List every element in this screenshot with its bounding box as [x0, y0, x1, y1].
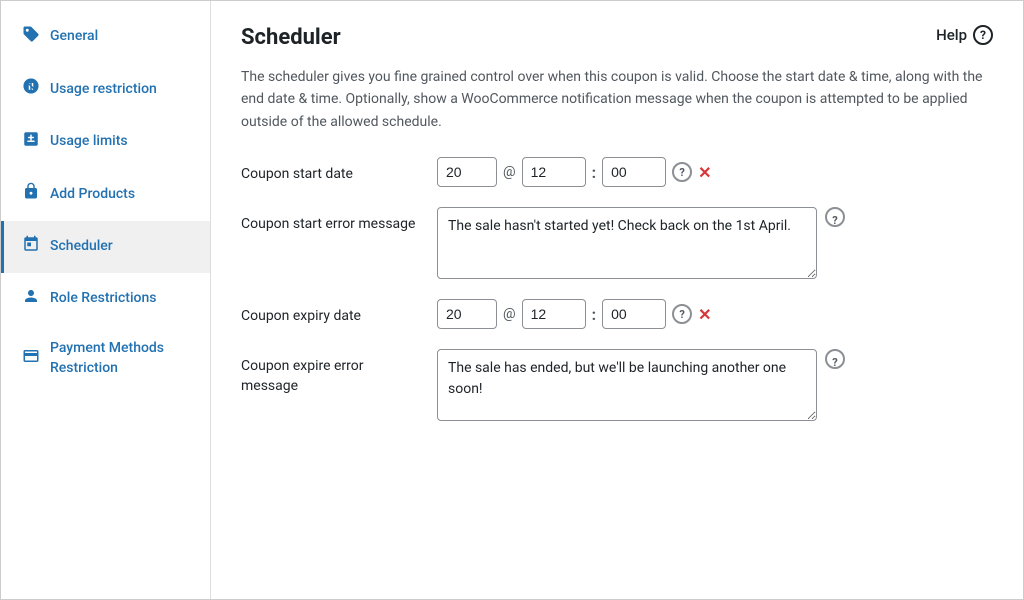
- card-icon: [22, 347, 40, 371]
- help-button[interactable]: Help ?: [936, 25, 993, 45]
- help-circle-icon: ?: [973, 25, 993, 45]
- plus-minus-icon: [22, 130, 40, 154]
- sidebar-item-role-restrictions-label: Role Restrictions: [50, 289, 156, 309]
- coupon-expire-error-textarea[interactable]: The sale has ended, but we'll be launchi…: [437, 349, 817, 421]
- ban-icon: [22, 77, 40, 101]
- expiry-date-help-icon[interactable]: ?: [672, 304, 692, 324]
- coupon-start-error-label: Coupon start error message: [241, 207, 421, 235]
- coupon-expire-error-row: Coupon expire error message The sale has…: [241, 349, 993, 421]
- main-header: Scheduler Help ?: [241, 25, 993, 50]
- start-error-help-icon[interactable]: ?: [825, 207, 845, 227]
- coupon-start-date-row: Coupon start date @ : ? ✕: [241, 157, 993, 187]
- sidebar-item-scheduler-label: Scheduler: [50, 237, 113, 257]
- colon-symbol-2: :: [592, 305, 597, 324]
- coupon-expiry-date-row: Coupon expiry date @ : ? ✕: [241, 299, 993, 329]
- page-title: Scheduler: [241, 25, 341, 50]
- sidebar-item-add-products-label: Add Products: [50, 185, 135, 205]
- at-symbol-2: @: [503, 306, 516, 322]
- sidebar-item-usage-restriction[interactable]: Usage restriction: [1, 63, 210, 115]
- scheduler-description: The scheduler gives you fine grained con…: [241, 66, 993, 133]
- sidebar-item-general[interactable]: General: [1, 11, 210, 63]
- expiry-date-clear-icon[interactable]: ✕: [698, 305, 711, 324]
- colon-symbol: :: [592, 163, 597, 182]
- coupon-start-date-label: Coupon start date: [241, 157, 421, 185]
- coupon-expiry-date-input[interactable]: [437, 299, 497, 329]
- at-symbol: @: [503, 164, 516, 180]
- help-label: Help: [936, 26, 967, 44]
- sidebar-item-usage-restriction-label: Usage restriction: [50, 80, 157, 100]
- sidebar-item-payment-methods-restriction[interactable]: Payment Methods Restriction: [1, 325, 210, 392]
- coupon-start-error-row: Coupon start error message The sale hasn…: [241, 207, 993, 279]
- calendar-icon: [22, 235, 40, 259]
- coupon-start-hour-input[interactable]: [522, 157, 586, 187]
- coupon-start-date-control: @ : ? ✕: [437, 157, 993, 187]
- main-content: Scheduler Help ? The scheduler gives you…: [211, 1, 1023, 599]
- sidebar-item-payment-methods-restriction-label: Payment Methods Restriction: [50, 339, 192, 378]
- sidebar-item-general-label: General: [50, 27, 98, 47]
- start-date-clear-icon[interactable]: ✕: [698, 163, 711, 182]
- tag-icon: [22, 25, 40, 49]
- sidebar-item-usage-limits-label: Usage limits: [50, 132, 128, 152]
- sidebar-item-scheduler[interactable]: Scheduler: [1, 221, 210, 273]
- coupon-start-error-textarea[interactable]: The sale hasn't started yet! Check back …: [437, 207, 817, 279]
- coupon-start-minute-input[interactable]: [602, 157, 666, 187]
- lock-icon: [22, 182, 40, 206]
- coupon-start-error-control: The sale hasn't started yet! Check back …: [437, 207, 845, 279]
- coupon-expire-error-control: The sale has ended, but we'll be launchi…: [437, 349, 845, 421]
- coupon-expiry-minute-input[interactable]: [602, 299, 666, 329]
- coupon-expiry-hour-input[interactable]: [522, 299, 586, 329]
- sidebar-item-role-restrictions[interactable]: Role Restrictions: [1, 273, 210, 325]
- coupon-expiry-date-control: @ : ? ✕: [437, 299, 993, 329]
- start-date-help-icon[interactable]: ?: [672, 162, 692, 182]
- coupon-expire-error-label: Coupon expire error message: [241, 349, 421, 396]
- sidebar-item-add-products[interactable]: Add Products: [1, 168, 210, 220]
- coupon-start-date-input[interactable]: [437, 157, 497, 187]
- sidebar-item-usage-limits[interactable]: Usage limits: [1, 116, 210, 168]
- person-icon: [22, 287, 40, 311]
- expire-error-help-icon[interactable]: ?: [825, 349, 845, 369]
- app-container: General Usage restriction Usage limits: [0, 0, 1024, 600]
- coupon-expiry-date-label: Coupon expiry date: [241, 299, 421, 327]
- sidebar: General Usage restriction Usage limits: [1, 1, 211, 599]
